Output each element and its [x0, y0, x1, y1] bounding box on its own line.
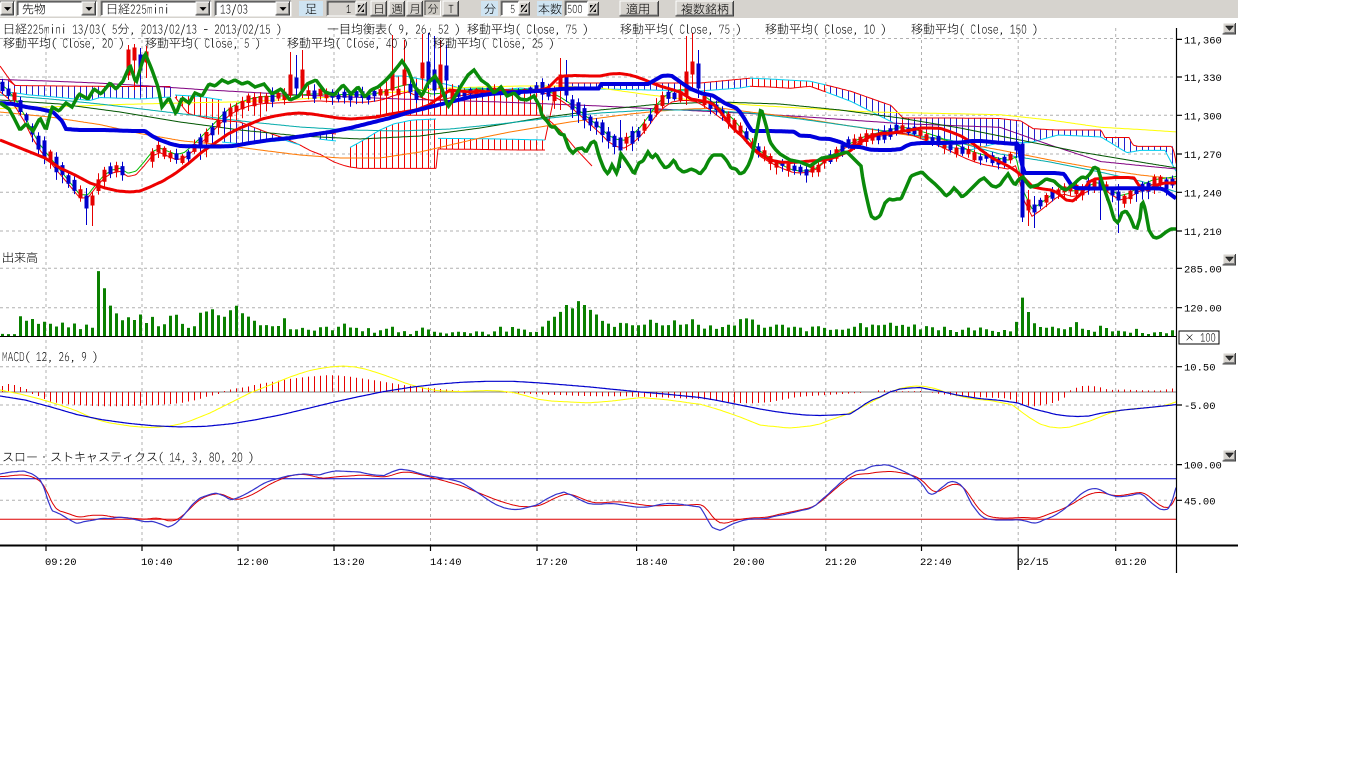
svg-text:20:00: 20:00: [733, 557, 765, 569]
svg-text:22:40: 22:40: [920, 557, 952, 569]
svg-text:10:40: 10:40: [141, 557, 173, 569]
svg-text:01:20: 01:20: [1115, 557, 1147, 569]
svg-text:10.50: 10.50: [1184, 363, 1216, 375]
svg-text:21:20: 21:20: [825, 557, 857, 569]
svg-text:11,300: 11,300: [1184, 111, 1222, 123]
svg-text:13:20: 13:20: [333, 557, 365, 569]
svg-text:45.00: 45.00: [1184, 496, 1216, 508]
svg-text:11,270: 11,270: [1184, 150, 1222, 162]
svg-text:11,210: 11,210: [1184, 227, 1222, 239]
svg-text:11,240: 11,240: [1184, 188, 1222, 200]
svg-text:09:20: 09:20: [45, 557, 77, 569]
svg-text:-5.00: -5.00: [1184, 401, 1216, 413]
svg-text:17:20: 17:20: [536, 557, 568, 569]
svg-text:285.00: 285.00: [1184, 264, 1222, 276]
svg-text:120.00: 120.00: [1184, 304, 1222, 316]
svg-text:14:40: 14:40: [430, 557, 462, 569]
svg-text:100.00: 100.00: [1184, 461, 1222, 473]
svg-text:18:40: 18:40: [636, 557, 668, 569]
svg-text:02/15: 02/15: [1017, 557, 1049, 569]
svg-text:12:00: 12:00: [237, 557, 269, 569]
svg-text:11,360: 11,360: [1184, 35, 1222, 47]
svg-text:11,330: 11,330: [1184, 73, 1222, 85]
